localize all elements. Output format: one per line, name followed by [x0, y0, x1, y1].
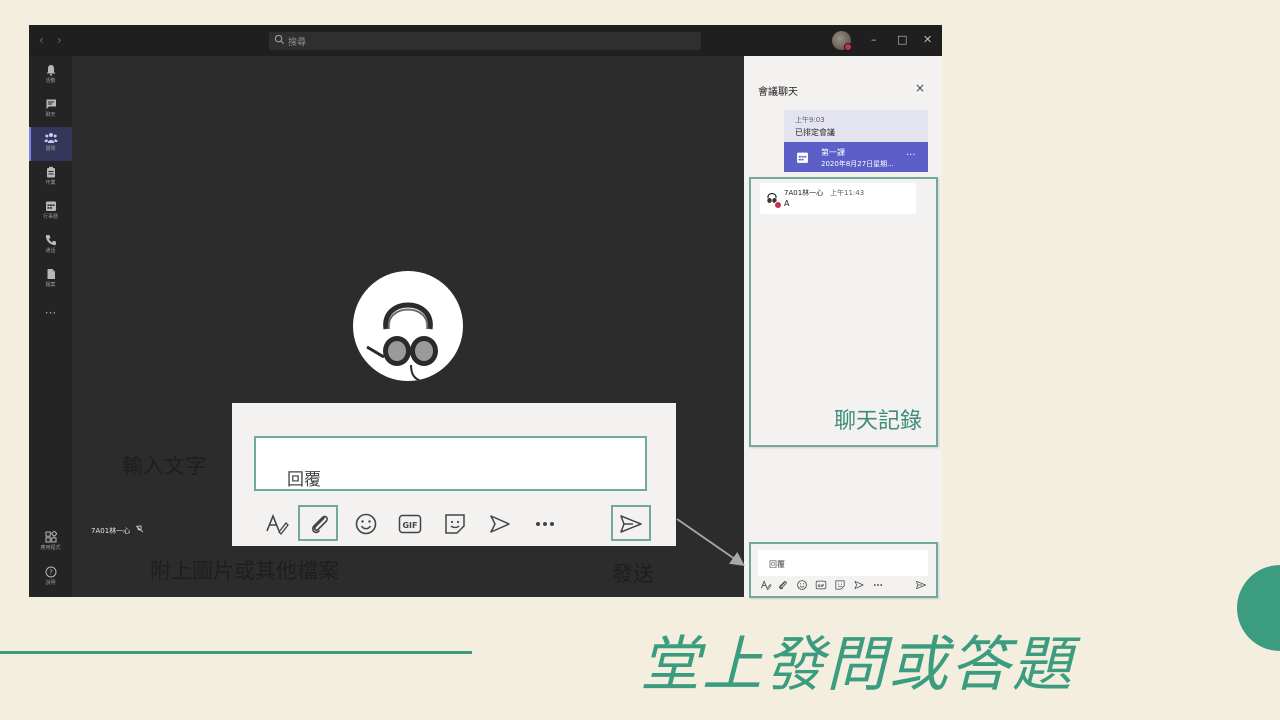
- chat-panel-title: 會議聊天: [758, 87, 798, 98]
- meeting-card-more-button[interactable]: ···: [906, 150, 916, 161]
- attach-annotation: 附上圖片或其他檔案: [150, 559, 339, 583]
- rail-more-button[interactable]: ···: [29, 306, 72, 320]
- chat-compose-highlight: [749, 542, 938, 598]
- rail-item-label: 行事曆: [42, 214, 58, 220]
- search-input[interactable]: 搜尋: [269, 32, 701, 50]
- help-icon: ?: [45, 566, 56, 578]
- participant-name-text: 7A01林一心: [91, 527, 131, 535]
- decorative-circle: [1237, 565, 1280, 651]
- attach-icon[interactable]: [307, 511, 333, 537]
- rail-item-help[interactable]: ? 說明: [29, 561, 72, 595]
- back-arrow-icon[interactable]: ‹: [39, 33, 44, 47]
- calendar-icon: [45, 201, 56, 211]
- rail-item-label: 說明: [45, 580, 56, 586]
- chat-close-icon[interactable]: ×: [915, 81, 925, 95]
- window-close-icon[interactable]: ✕: [923, 33, 932, 47]
- meeting-card-body[interactable]: 第一課 2020年8月27日星期... ···: [784, 142, 928, 172]
- rail-item-label: 通話: [45, 248, 56, 254]
- format-icon[interactable]: [264, 511, 290, 537]
- maximize-icon[interactable]: □: [897, 33, 907, 47]
- presence-dot: [844, 43, 852, 51]
- rail-item-teams[interactable]: 團隊: [29, 127, 72, 161]
- rail-item-label: 活動: [45, 78, 56, 84]
- phone-icon: [45, 235, 56, 246]
- svg-text:?: ?: [49, 569, 53, 577]
- rail-item-chat[interactable]: 聊天: [29, 93, 72, 127]
- zoom-compose-panel: 回覆 GIF: [232, 403, 676, 546]
- search-icon: [274, 34, 285, 45]
- participant-name: 7A01林一心: [91, 525, 144, 536]
- sticker-icon[interactable]: [442, 511, 468, 537]
- minimize-icon[interactable]: –: [871, 33, 877, 47]
- rail-item-label: 應用程式: [40, 545, 61, 551]
- zoom-toolbar: GIF: [260, 505, 660, 541]
- gif-icon[interactable]: GIF: [397, 511, 423, 537]
- chat-history-label: 聊天記錄: [833, 409, 922, 434]
- rail-item-files[interactable]: 檔案: [29, 263, 72, 297]
- rail-item-activity[interactable]: 活動: [29, 59, 72, 93]
- rail-item-calendar[interactable]: 行事曆: [29, 195, 72, 229]
- bell-icon: [46, 65, 55, 76]
- rail-item-label: 作業: [45, 180, 56, 186]
- zoom-compose-placeholder: 回覆: [287, 470, 321, 490]
- headset-icon: [366, 302, 438, 381]
- user-avatar[interactable]: [832, 31, 852, 51]
- meeting-card-title: 第一課: [821, 148, 845, 157]
- send-annotation: 發送: [612, 562, 654, 586]
- mic-off-icon: [136, 525, 144, 533]
- rail-item-label: 團隊: [45, 146, 56, 152]
- meeting-card-date: 2020年8月27日星期...: [821, 160, 894, 168]
- rail-item-label: 檔案: [45, 282, 56, 288]
- divider-line: [0, 651, 472, 654]
- meet-now-icon[interactable]: [487, 511, 513, 537]
- zoom-compose-input[interactable]: 回覆: [254, 436, 647, 491]
- apps-icon: [45, 531, 57, 543]
- send-icon[interactable]: [618, 511, 644, 537]
- file-icon: [47, 269, 55, 279]
- meeting-card[interactable]: 上午9:03 已排定會議 第一課 2020年8月27日星期... ···: [784, 110, 928, 172]
- assignments-icon: [46, 166, 55, 178]
- title-bar: ‹ › 搜尋 – □ ✕: [29, 25, 942, 56]
- meeting-card-time: 上午9:03: [795, 116, 825, 124]
- rail-item-assignments[interactable]: 作業: [29, 161, 72, 195]
- rail-item-calls[interactable]: 通話: [29, 229, 72, 263]
- slide-title: 堂上發問或答題: [640, 630, 1074, 700]
- rail-item-label: 聊天: [45, 112, 56, 118]
- meeting-card-header: 上午9:03 已排定會議: [784, 110, 928, 142]
- rail-item-apps[interactable]: 應用程式: [29, 526, 72, 560]
- chat-icon: [45, 99, 56, 109]
- teams-icon: [44, 133, 57, 143]
- gif-label: GIF: [402, 521, 417, 530]
- participant-avatar[interactable]: [353, 271, 463, 381]
- more-icon[interactable]: [532, 511, 558, 537]
- forward-arrow-icon[interactable]: ›: [57, 33, 62, 47]
- emoji-icon[interactable]: [353, 511, 379, 537]
- chat-history-highlight: 聊天記錄: [749, 177, 938, 447]
- calendar-icon: [797, 152, 808, 163]
- search-placeholder: 搜尋: [288, 38, 307, 48]
- meeting-card-message: 已排定會議: [795, 128, 835, 137]
- app-rail: 活動 聊天 團隊 作業 行事曆 通話 檔案 ··· 應用程式 ? 說明: [29, 56, 72, 597]
- input-text-annotation: 輸入文字: [122, 454, 206, 478]
